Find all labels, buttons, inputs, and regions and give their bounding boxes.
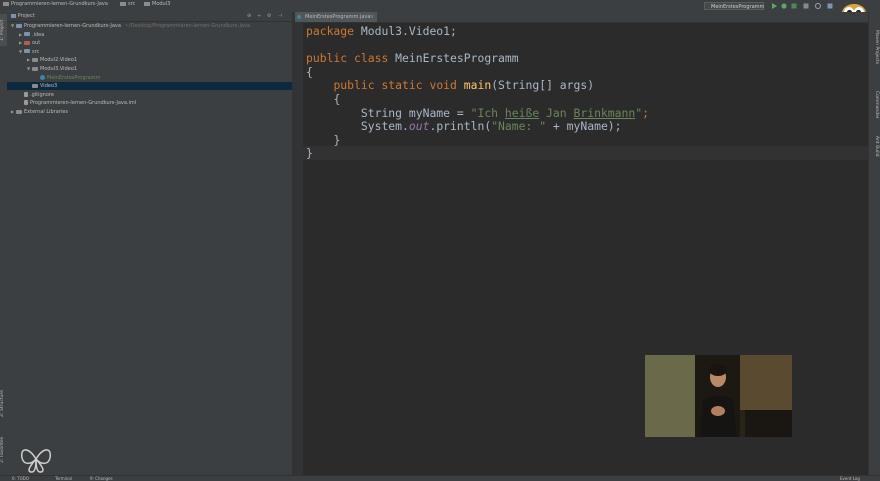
tree-item[interactable]: Video3 — [7, 82, 292, 91]
code-line-3: public class MeinErstesProgramm — [306, 51, 519, 66]
code-line-8: System.out.println("Name: " + myName); — [360, 119, 622, 134]
editor-tab[interactable]: MeinErstesProgramm.java × — [295, 12, 377, 22]
breadcrumb-label: Programmieren-lernen-Grundkurs-Java — [11, 1, 108, 7]
folder-icon — [16, 23, 22, 28]
editor-tab-strip: MeinErstesProgramm.java × — [295, 12, 868, 23]
stop-icon[interactable] — [803, 3, 809, 9]
breadcrumb-modul3[interactable]: Modul3 — [144, 1, 170, 7]
tree-item[interactable]: ▶ out — [7, 39, 292, 47]
todo-tab[interactable]: 6: TODO — [12, 476, 29, 481]
gear-icon[interactable]: ⚙ — [267, 12, 271, 21]
settings-icon[interactable] — [815, 3, 821, 9]
hide-icon[interactable]: ⊣ — [278, 12, 282, 21]
tree-item-label: Programmieren-lernen-Grundkurs-Java — [24, 23, 121, 29]
tree-item-label: External Libraries — [24, 109, 68, 115]
code-line-6: { — [333, 91, 341, 106]
editor-gutter — [292, 12, 303, 475]
tree-item-label: out — [32, 40, 41, 47]
tab-project[interactable]: 1: Project — [0, 14, 7, 46]
debug-icon[interactable] — [781, 3, 787, 9]
source-code[interactable]: package Modul3.Video1; public class Mein… — [306, 24, 649, 161]
run-icon[interactable] — [771, 3, 777, 9]
run-configuration-label: MeinErstesProgramm — [711, 4, 765, 10]
tree-item-label: MeinErstesProgramm — [47, 74, 101, 81]
tree-item[interactable]: ▼ src — [7, 48, 292, 56]
folder-icon — [24, 40, 30, 45]
sdk-icon[interactable] — [827, 3, 833, 9]
tree-item-label: Video3 — [40, 83, 58, 90]
tree-item-label: Programmieren-lernen-Grundkurs-Java.iml — [30, 100, 137, 107]
tree-item[interactable]: Programmieren-lernen-Grundkurs-Java.iml — [7, 99, 292, 107]
close-icon[interactable]: × — [370, 12, 374, 22]
breadcrumb-src[interactable]: src — [120, 1, 135, 7]
tree-item-label: Modul2.Video1 — [40, 57, 78, 64]
tree-item[interactable]: MeinErstesProgramm — [7, 74, 292, 82]
tab-structure[interactable]: Z: Structure — [0, 384, 7, 424]
butterfly-logo — [20, 449, 52, 473]
breadcrumb-label: src — [128, 1, 136, 7]
folder-icon — [144, 1, 150, 6]
tab-favorites[interactable]: 2: Favorites — [0, 430, 7, 470]
right-tool-strip: Maven Projects Commander Ant Build — [868, 12, 880, 475]
code-line-4: { — [306, 64, 313, 79]
changes-tab[interactable]: 9: Changes — [90, 476, 113, 481]
folder-icon — [3, 1, 9, 6]
project-icon — [11, 13, 16, 18]
folder-icon — [120, 1, 126, 6]
run-configuration-select[interactable]: MeinErstesProgramm — [704, 2, 764, 10]
tree-item[interactable]: .gitignore — [7, 91, 292, 99]
webcam-video-overlay — [645, 355, 792, 437]
tree-item-path: ~/Desktop/Programmieren-lernen-Grundkurs… — [124, 23, 251, 29]
project-panel: Project ⊕ ÷ ⚙ ⊣ ▼ Programmieren-lernen-Gr… — [7, 12, 292, 475]
code-line-7: String myName = "Ich heiße Jan Brinkmann… — [360, 105, 649, 120]
project-panel-header: Project ⊕ ÷ ⚙ ⊣ — [7, 12, 292, 22]
folder-icon — [24, 49, 30, 54]
tree-item-label: .idea — [32, 31, 45, 38]
tree-item[interactable]: ▶ .idea — [7, 31, 292, 39]
package-icon — [32, 57, 38, 62]
breadcrumb-project[interactable]: Programmieren-lernen-Grundkurs-Java — [3, 1, 108, 7]
tab-commander[interactable]: Commander — [871, 84, 879, 126]
code-line-1: package Modul3.Video1; — [306, 24, 457, 38]
tree-item-label: Modul3.Video1 — [40, 66, 78, 72]
tab-maven-projects[interactable]: Maven Projects — [871, 20, 879, 75]
class-icon — [40, 74, 45, 80]
package-icon — [32, 66, 38, 71]
tab-ant-build[interactable]: Ant Build — [871, 130, 879, 162]
code-line-9: } — [333, 132, 341, 147]
collapse-icon[interactable]: ÷ — [257, 12, 261, 21]
tree-item[interactable]: ▶ External Libraries — [7, 108, 292, 116]
tree-item[interactable]: ▶ Modul2.Video1 — [7, 56, 292, 64]
event-log-tab[interactable]: Event Log — [840, 476, 860, 481]
terminal-tab[interactable]: Terminal — [55, 476, 72, 481]
folder-icon — [24, 32, 30, 37]
tree-item-label: .gitignore — [30, 91, 54, 98]
tree-item-label: src — [32, 48, 40, 55]
package-icon — [32, 83, 38, 88]
code-line-5: public static void main(String[] args) — [333, 78, 595, 93]
file-icon — [24, 100, 28, 106]
library-icon — [16, 109, 22, 114]
editor-tab-label: MeinErstesProgramm.java — [305, 14, 371, 20]
file-icon — [24, 91, 28, 97]
status-bar: 6: TODO Terminal 9: Changes Event Log — [0, 475, 880, 481]
breadcrumb-label: Modul3 — [152, 1, 171, 7]
tree-item[interactable]: ▼ Modul3.Video1 — [7, 65, 292, 73]
coverage-icon[interactable] — [791, 3, 797, 9]
sync-icon[interactable]: ⊕ — [247, 12, 251, 21]
class-icon — [297, 15, 301, 19]
tree-item[interactable]: ▼ Programmieren-lernen-Grundkurs-Java ~/De… — [7, 22, 292, 30]
code-line-10: } — [306, 146, 313, 161]
project-panel-title[interactable]: Project — [18, 13, 35, 19]
